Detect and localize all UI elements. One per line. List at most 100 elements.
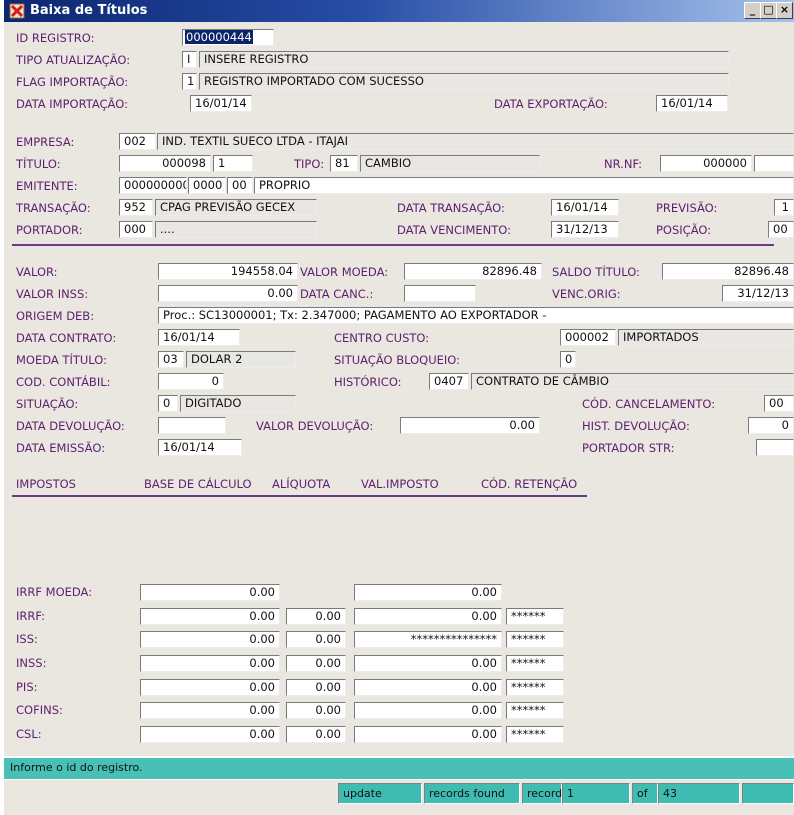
minimize-button[interactable]: _ <box>744 2 761 19</box>
data-emissao-field[interactable]: 16/01/14 <box>158 439 242 456</box>
portador-label: PORTADOR: <box>16 223 83 237</box>
window-title: Baixa de Títulos <box>30 3 148 18</box>
cofins-codigo[interactable]: ****** <box>506 702 564 719</box>
hist-devolucao-field[interactable]: 0 <box>748 417 794 434</box>
title-bar: Baixa de Títulos _ □ × <box>4 0 794 22</box>
tipo-atualizacao-desc: INSERE REGISTRO <box>199 51 729 68</box>
centro-custo-code[interactable]: 000002 <box>560 329 616 346</box>
pis-codigo[interactable]: ****** <box>506 679 564 696</box>
irrf-moeda-base[interactable]: 0.00 <box>140 584 280 601</box>
maximize-button[interactable]: □ <box>760 2 777 19</box>
nrnf-field[interactable]: 000000 <box>660 155 752 172</box>
situacao-code[interactable]: 0 <box>158 395 178 412</box>
base-calculo-header: BASE DE CÁLCULO <box>144 477 252 491</box>
saldo-titulo-field[interactable]: 82896.48 <box>662 263 794 280</box>
pis-valor[interactable]: 0.00 <box>354 679 502 696</box>
titulo-seq[interactable]: 1 <box>213 155 253 172</box>
csl-codigo[interactable]: ****** <box>506 726 564 743</box>
tipo-code[interactable]: 81 <box>330 155 358 172</box>
irrf-aliquota[interactable]: 0.00 <box>286 608 346 625</box>
irrf-codigo[interactable]: ****** <box>506 608 564 625</box>
posicao-field[interactable]: 00 <box>768 221 794 238</box>
flag-importacao-code[interactable]: 1 <box>182 73 197 90</box>
origem-deb-field[interactable]: Proc.: SC13000001; Tx: 2.347000; PAGAMEN… <box>158 307 794 324</box>
empresa-label: EMPRESA: <box>16 135 75 149</box>
iss-aliquota[interactable]: 0.00 <box>286 631 346 648</box>
data-vencimento-field[interactable]: 31/12/13 <box>551 221 619 238</box>
portador-str-field[interactable] <box>756 439 794 456</box>
data-canc-field[interactable] <box>404 285 476 302</box>
irrf-moeda-label: IRRF MOEDA: <box>16 585 93 599</box>
close-button[interactable]: × <box>776 2 793 19</box>
posicao-label: POSIÇÃO: <box>656 223 712 237</box>
data-contrato-field[interactable]: 16/01/14 <box>158 329 240 346</box>
data-transacao-field[interactable]: 16/01/14 <box>551 199 619 216</box>
emitente-code[interactable]: 000000000 <box>119 177 187 194</box>
pis-base[interactable]: 0.00 <box>140 679 280 696</box>
empresa-code[interactable]: 002 <box>119 133 156 150</box>
csl-valor[interactable]: 0.00 <box>354 726 502 743</box>
status-message: Informe o id do registro. <box>4 757 794 779</box>
empresa-name: IND. TEXTIL SUECO LTDA - ITAJAI <box>157 133 794 150</box>
titulo-number[interactable]: 000098 <box>119 155 211 172</box>
iss-valor[interactable]: *************** <box>354 631 502 648</box>
cod-contabil-field[interactable]: 0 <box>158 373 224 390</box>
centro-custo-label: CENTRO CUSTO: <box>334 331 430 345</box>
iss-base[interactable]: 0.00 <box>140 631 280 648</box>
data-importacao-field[interactable]: 16/01/14 <box>190 95 252 112</box>
data-vencimento-label: DATA VENCIMENTO: <box>397 223 511 237</box>
historico-code[interactable]: 0407 <box>429 373 469 390</box>
data-exportacao-field[interactable]: 16/01/14 <box>656 95 728 112</box>
csl-base[interactable]: 0.00 <box>140 726 280 743</box>
irrf-moeda-valor[interactable]: 0.00 <box>354 584 502 601</box>
csl-label: CSL: <box>16 727 42 741</box>
tipo-atualizacao-code[interactable]: I <box>182 51 197 68</box>
cofins-aliquota[interactable]: 0.00 <box>286 702 346 719</box>
valor-devolucao-field[interactable]: 0.00 <box>400 417 540 434</box>
irrf-base[interactable]: 0.00 <box>140 608 280 625</box>
csl-aliquota[interactable]: 0.00 <box>286 726 346 743</box>
flag-importacao-label: FLAG IMPORTAÇÃO: <box>16 75 129 89</box>
id-registro-value: 000000444 <box>185 30 253 44</box>
data-devolucao-field[interactable] <box>158 417 226 434</box>
status-record-label: record <box>522 783 562 804</box>
inss-codigo[interactable]: ****** <box>506 655 564 672</box>
nrnf-extra-field[interactable] <box>754 155 794 172</box>
transacao-code[interactable]: 952 <box>119 199 153 216</box>
tipo-desc: CAMBIO <box>360 155 540 172</box>
tipo-label: TIPO: <box>294 157 325 171</box>
irrf-valor[interactable]: 0.00 <box>354 608 502 625</box>
inss-label: INSS: <box>16 656 47 670</box>
inss-base[interactable]: 0.00 <box>140 655 280 672</box>
inss-aliquota[interactable]: 0.00 <box>286 655 346 672</box>
status-extra-cell <box>742 783 794 804</box>
cofins-base[interactable]: 0.00 <box>140 702 280 719</box>
id-registro-input[interactable]: 000000444 <box>182 29 274 46</box>
previsao-field[interactable]: 1 <box>774 199 794 216</box>
transacao-label: TRANSAÇÃO: <box>16 201 91 215</box>
iss-codigo[interactable]: ****** <box>506 631 564 648</box>
status-of-label: of <box>632 783 658 804</box>
irrf-label: IRRF: <box>16 609 45 623</box>
valor-devolucao-label: VALOR DEVOLUÇÃO: <box>256 419 374 433</box>
cod-cancelamento-field[interactable]: 00 <box>764 395 794 412</box>
data-importacao-label: DATA IMPORTAÇÃO: <box>16 97 128 111</box>
data-canc-label: DATA CANC.: <box>300 287 374 301</box>
venc-orig-field[interactable]: 31/12/13 <box>722 285 794 302</box>
moeda-titulo-code[interactable]: 03 <box>158 351 184 368</box>
emitente-code2[interactable]: 0000 <box>188 177 226 194</box>
portador-code[interactable]: 000 <box>119 221 153 238</box>
venc-orig-label: VENC.ORIG: <box>552 287 621 301</box>
impostos-header: IMPOSTOS <box>16 477 76 491</box>
data-exportacao-label: DATA EXPORTAÇÃO: <box>494 97 608 111</box>
emitente-code3[interactable]: 00 <box>227 177 253 194</box>
valor-moeda-field[interactable]: 82896.48 <box>404 263 542 280</box>
close-icon: × <box>779 3 790 16</box>
inss-valor[interactable]: 0.00 <box>354 655 502 672</box>
pis-aliquota[interactable]: 0.00 <box>286 679 346 696</box>
valor-inss-field[interactable]: 0.00 <box>158 285 298 302</box>
cofins-valor[interactable]: 0.00 <box>354 702 502 719</box>
historico-label: HISTÓRICO: <box>334 375 402 389</box>
valor-field[interactable]: 194558.04 <box>158 263 298 280</box>
situacao-bloqueio-field[interactable]: 0 <box>560 351 576 368</box>
